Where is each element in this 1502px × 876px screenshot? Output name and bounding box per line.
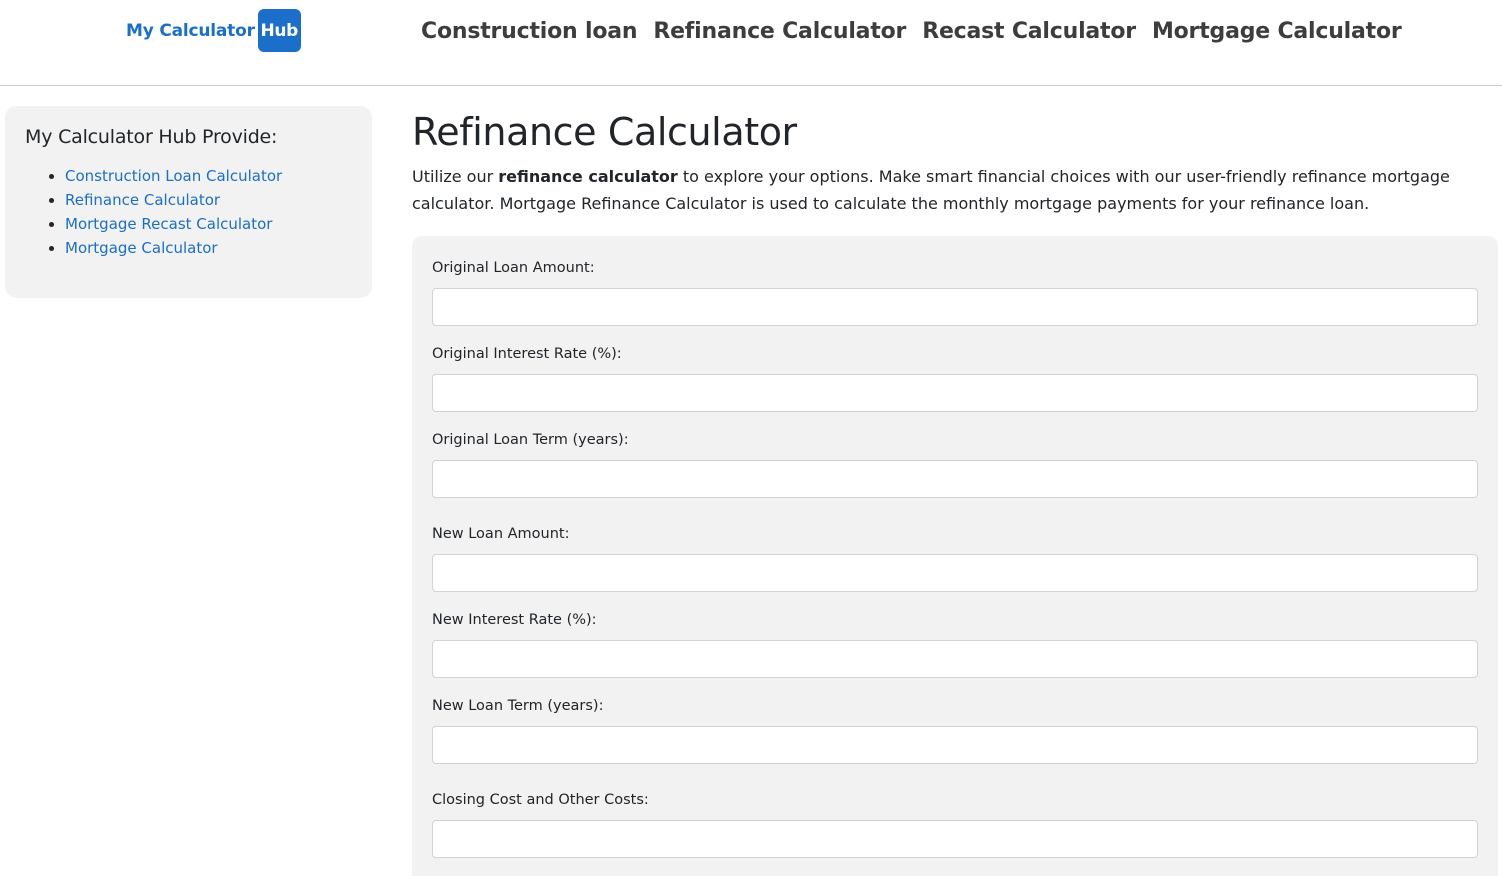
sidebar-item: Mortgage Recast Calculator <box>65 212 352 236</box>
nav-construction-loan[interactable]: Construction loan <box>421 19 638 44</box>
intro-bold: refinance calculator <box>498 167 678 186</box>
field-new-interest-rate: New Interest Rate (%): <box>432 608 1478 678</box>
sidebar-title: My Calculator Hub Provide: <box>25 126 278 148</box>
field-original-loan-amount: Original Loan Amount: <box>432 256 1478 326</box>
sidebar-link-construction-loan[interactable]: Construction Loan Calculator <box>65 167 282 185</box>
site-logo[interactable]: My Calculator Hub <box>126 9 301 52</box>
nav-refinance-calculator[interactable]: Refinance Calculator <box>653 19 906 44</box>
label-closing-cost: Closing Cost and Other Costs: <box>432 792 649 808</box>
sidebar-link-refinance[interactable]: Refinance Calculator <box>65 191 220 209</box>
sidebar-item: Construction Loan Calculator <box>65 164 352 188</box>
new-loan-term-input[interactable] <box>432 726 1478 764</box>
sidebar-link-mortgage-recast[interactable]: Mortgage Recast Calculator <box>65 215 272 233</box>
intro-pre: Utilize our <box>412 167 499 186</box>
label-new-loan-amount: New Loan Amount: <box>432 526 570 542</box>
nav-recast-calculator[interactable]: Recast Calculator <box>922 19 1136 44</box>
label-original-loan-amount: Original Loan Amount: <box>432 260 595 276</box>
intro-text: Utilize our refinance calculator to expl… <box>412 163 1472 217</box>
page-title: Refinance Calculator <box>412 110 797 154</box>
label-new-loan-term: New Loan Term (years): <box>432 698 604 714</box>
sidebar-links: Construction Loan Calculator Refinance C… <box>25 164 352 260</box>
sidebar-item: Refinance Calculator <box>65 188 352 212</box>
label-original-loan-term: Original Loan Term (years): <box>432 432 629 448</box>
original-loan-term-input[interactable] <box>432 460 1478 498</box>
sidebar-link-mortgage[interactable]: Mortgage Calculator <box>65 239 218 257</box>
nav-mortgage-calculator[interactable]: Mortgage Calculator <box>1152 19 1402 44</box>
top-nav: Construction loan Refinance Calculator R… <box>421 19 1418 44</box>
field-closing-cost: Closing Cost and Other Costs: <box>432 788 1478 858</box>
site-header: My Calculator Hub Construction loan Refi… <box>0 0 1502 86</box>
field-new-loan-amount: New Loan Amount: <box>432 522 1478 592</box>
new-interest-rate-input[interactable] <box>432 640 1478 678</box>
field-original-loan-term: Original Loan Term (years): <box>432 428 1478 498</box>
refinance-form: Original Loan Amount: Original Interest … <box>412 236 1498 876</box>
label-original-interest-rate: Original Interest Rate (%): <box>432 346 622 362</box>
sidebar-item: Mortgage Calculator <box>65 236 352 260</box>
label-new-interest-rate: New Interest Rate (%): <box>432 612 597 628</box>
logo-text: My Calculator <box>126 20 255 41</box>
closing-cost-input[interactable] <box>432 820 1478 858</box>
field-new-loan-term: New Loan Term (years): <box>432 694 1478 764</box>
original-interest-rate-input[interactable] <box>432 374 1478 412</box>
main-content: Refinance Calculator Utilize our refinan… <box>412 106 1498 876</box>
new-loan-amount-input[interactable] <box>432 554 1478 592</box>
original-loan-amount-input[interactable] <box>432 288 1478 326</box>
logo-badge: Hub <box>257 9 301 52</box>
sidebar: My Calculator Hub Provide: Construction … <box>5 106 372 298</box>
field-original-interest-rate: Original Interest Rate (%): <box>432 342 1478 412</box>
